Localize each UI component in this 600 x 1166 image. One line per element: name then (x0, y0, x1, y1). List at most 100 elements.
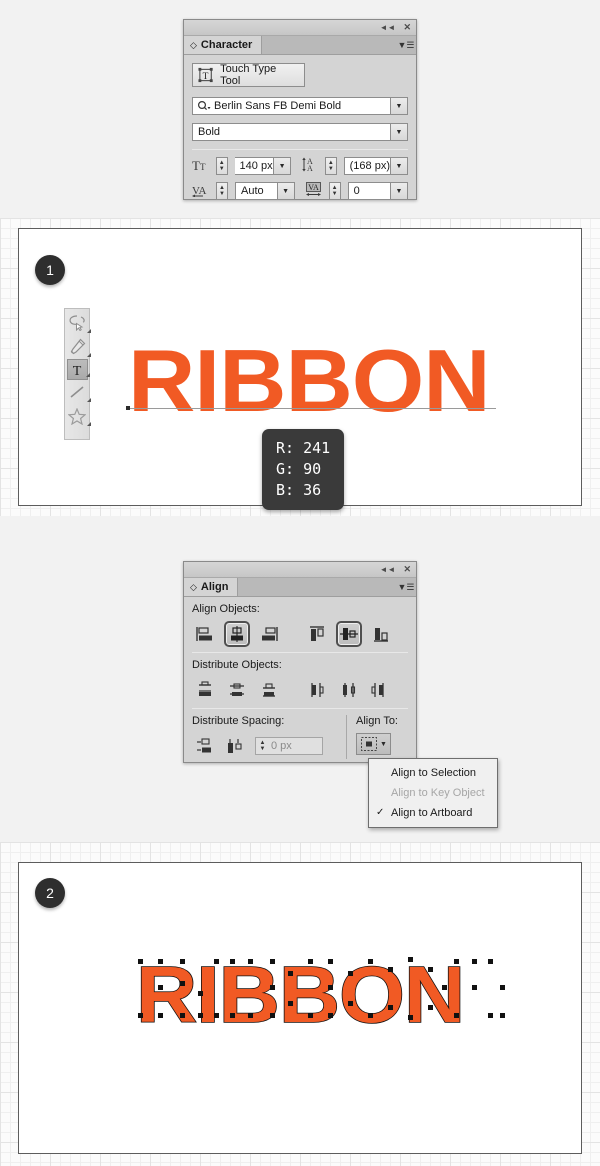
type-tool-icon[interactable]: T (66, 359, 90, 380)
distribute-vertical-center-icon[interactable] (224, 677, 250, 703)
anchor-point[interactable] (214, 959, 219, 964)
leading-field[interactable]: (168 px) ▼ (343, 157, 408, 175)
align-right-icon[interactable] (256, 621, 282, 647)
spacing-stepper[interactable]: ▲ ▼ (256, 738, 269, 754)
anchor-point[interactable] (214, 1013, 219, 1018)
chevron-down-icon[interactable]: ▼ (273, 158, 291, 174)
anchor-point[interactable] (472, 985, 477, 990)
anchor-point[interactable] (454, 959, 459, 964)
anchor-point[interactable] (180, 959, 185, 964)
anchor-point[interactable] (138, 959, 143, 964)
anchor-point[interactable] (388, 967, 393, 972)
distribute-horizontal-left-icon[interactable] (304, 677, 330, 703)
font-search-icon[interactable] (193, 100, 211, 112)
tracking-stepper[interactable]: ▲ ▼ (328, 182, 341, 200)
menu-item-align-to-selection[interactable]: Align to Selection (369, 763, 497, 783)
step2-artwork-text[interactable]: RIBBON (135, 954, 466, 1036)
anchor-point[interactable] (248, 1013, 253, 1018)
collapse-double-arrow-icon[interactable]: ◄◄ (380, 23, 396, 32)
anchor-point[interactable] (270, 959, 275, 964)
tracking-field[interactable]: 0 ▼ (347, 182, 409, 200)
anchor-point[interactable] (180, 1013, 185, 1018)
anchor-point[interactable] (442, 985, 447, 990)
anchor-point[interactable] (288, 1001, 293, 1006)
step2-artwork-group[interactable]: RIBBON (135, 954, 505, 1035)
anchor-point[interactable] (368, 1013, 373, 1018)
anchor-point[interactable] (428, 1005, 433, 1010)
anchor-point[interactable] (198, 1013, 203, 1018)
font-size-field[interactable]: 140 px ▼ (234, 157, 292, 175)
close-icon[interactable]: ✕ (403, 565, 411, 574)
lasso-tool-icon[interactable] (66, 311, 91, 335)
kerning-stepper[interactable]: ▲ ▼ (216, 182, 229, 200)
align-vertical-center-icon[interactable] (336, 621, 362, 647)
spacing-value-field[interactable]: ▲ ▼ 0 px (255, 737, 323, 755)
close-icon[interactable]: ✕ (403, 23, 411, 32)
distribute-vertical-space-icon[interactable] (192, 733, 218, 759)
tab-character[interactable]: ◇ Character (184, 36, 263, 54)
anchor-point[interactable] (328, 1013, 333, 1018)
anchor-point[interactable] (472, 959, 477, 964)
anchor-point[interactable] (180, 981, 185, 986)
distribute-horizontal-space-icon[interactable] (222, 733, 248, 759)
anchor-point[interactable] (288, 971, 293, 976)
menu-item-align-to-artboard[interactable]: ✓ Align to Artboard (369, 803, 497, 823)
align-left-icon[interactable] (192, 621, 218, 647)
distribute-horizontal-center-icon[interactable] (336, 677, 362, 703)
anchor-point[interactable] (308, 959, 313, 964)
distribute-vertical-top-icon[interactable] (192, 677, 218, 703)
anchor-point[interactable] (408, 957, 413, 962)
anchor-point[interactable] (500, 985, 505, 990)
align-to-button[interactable]: ▼ (356, 733, 391, 755)
anchor-point[interactable] (454, 1013, 459, 1018)
anchor-point[interactable] (158, 1013, 163, 1018)
panel-menu-icon[interactable]: ▼☰ (396, 578, 416, 596)
distribute-horizontal-right-icon[interactable] (368, 677, 394, 703)
anchor-point[interactable] (270, 985, 275, 990)
font-size-stepper[interactable]: ▲ ▼ (216, 157, 228, 175)
tab-align[interactable]: ◇ Align (184, 578, 239, 596)
anchor-point[interactable] (488, 1013, 493, 1018)
pen-tool-icon[interactable] (66, 335, 91, 359)
anchor-point[interactable] (348, 1001, 353, 1006)
anchor-point[interactable] (248, 959, 253, 964)
anchor-point[interactable] (198, 991, 203, 996)
font-family-field[interactable]: Berlin Sans FB Demi Bold ▼ (192, 97, 408, 115)
anchor-point[interactable] (348, 971, 353, 976)
align-top-icon[interactable] (304, 621, 330, 647)
anchor-point[interactable] (270, 1013, 275, 1018)
anchor-point[interactable] (230, 1013, 235, 1018)
align-horizontal-center-icon[interactable] (224, 621, 250, 647)
font-style-field[interactable]: Bold ▼ (192, 123, 408, 141)
chevron-down-icon[interactable]: ▼ (276, 183, 294, 199)
anchor-point[interactable] (388, 1005, 393, 1010)
kerning-field[interactable]: Auto ▼ (235, 182, 295, 200)
star-tool-icon[interactable] (66, 404, 91, 428)
anchor-point[interactable] (408, 1015, 413, 1020)
anchor-point[interactable] (158, 959, 163, 964)
chevron-down-icon[interactable]: ▼ (380, 741, 387, 748)
anchor-point[interactable] (368, 959, 373, 964)
anchor-point[interactable] (230, 959, 235, 964)
anchor-point[interactable] (500, 1013, 505, 1018)
chevron-down-icon[interactable]: ▼ (390, 98, 407, 114)
chevron-down-icon[interactable]: ▼ (390, 124, 407, 140)
anchor-point[interactable] (158, 985, 163, 990)
chevron-down-icon[interactable]: ▼ (390, 158, 407, 174)
distribute-vertical-bottom-icon[interactable] (256, 677, 282, 703)
anchor-point[interactable] (328, 959, 333, 964)
align-bottom-icon[interactable] (368, 621, 394, 647)
line-segment-tool-icon[interactable] (66, 380, 91, 404)
anchor-point[interactable] (308, 1013, 313, 1018)
leading-stepper[interactable]: ▲ ▼ (325, 157, 337, 175)
chevron-down-icon[interactable]: ▼ (390, 183, 408, 199)
anchor-point[interactable] (328, 985, 333, 990)
distribute-objects-label: Distribute Objects: (192, 659, 282, 671)
anchor-point[interactable] (428, 967, 433, 972)
anchor-point[interactable] (488, 959, 493, 964)
panel-menu-icon[interactable]: ▼☰ (396, 36, 416, 54)
touch-type-tool-button[interactable]: T Touch Type Tool (192, 63, 305, 87)
collapse-double-arrow-icon[interactable]: ◄◄ (380, 565, 396, 574)
step1-artwork-text[interactable]: RIBBON (128, 337, 491, 425)
anchor-point[interactable] (138, 1013, 143, 1018)
